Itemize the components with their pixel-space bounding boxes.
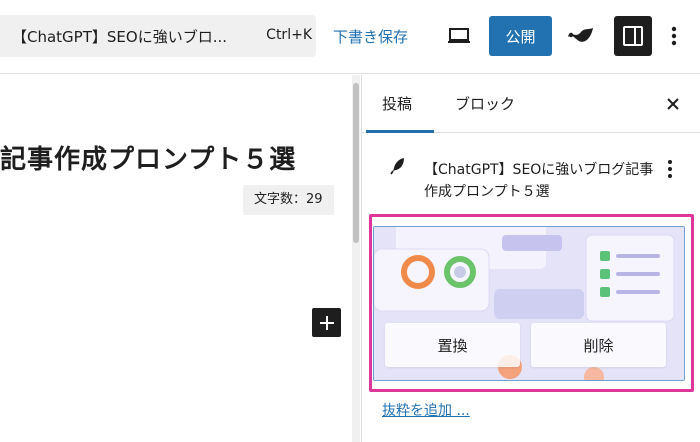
- publish-button[interactable]: 公開: [489, 16, 552, 56]
- command-shortcut: Ctrl+K: [266, 27, 312, 43]
- editor-toolbar: 【ChatGPT】SEOに強いブロ... Ctrl+K 下書き保存 公開: [0, 0, 700, 74]
- laptop-icon: [448, 28, 470, 43]
- document-title: 【ChatGPT】SEOに強いブロ...: [12, 28, 227, 46]
- post-summary-title: 【ChatGPT】SEOに強いブログ記事作成プロンプト５選: [424, 162, 654, 200]
- sidebar-toggle-icon: [623, 26, 643, 46]
- vertical-ellipsis-icon: [668, 160, 672, 178]
- options-menu-button[interactable]: [662, 20, 686, 52]
- leaf-logo-icon: [568, 28, 593, 42]
- add-excerpt-link[interactable]: 抜粋を追加 ...: [382, 400, 470, 420]
- post-title-heading[interactable]: 記事作成プロンプト５選: [0, 139, 296, 176]
- editor-canvas: 記事作成プロンプト５選 文字数：29: [0, 75, 352, 442]
- character-count-badge: 文字数：29: [243, 185, 334, 215]
- settings-toggle-button[interactable]: [614, 16, 652, 56]
- canvas-scrollbar[interactable]: [352, 75, 360, 442]
- tab-post[interactable]: 投稿: [382, 93, 412, 114]
- vertical-ellipsis-icon: [671, 26, 677, 46]
- sidebar-tabs: 投稿 ブロック: [362, 75, 700, 133]
- post-actions-button[interactable]: [662, 155, 678, 183]
- block-inserter-button[interactable]: [312, 308, 341, 337]
- preview-button[interactable]: [444, 20, 474, 52]
- featured-image[interactable]: 置換 削除: [373, 226, 685, 381]
- settings-sidebar: 投稿 ブロック 【ChatGPT】SEOに強いブログ記事作成プロンプト５選 置換…: [361, 75, 700, 442]
- post-pen-icon: [390, 158, 404, 175]
- scrollbar-thumb[interactable]: [353, 83, 359, 243]
- plus-icon: [319, 315, 334, 330]
- remove-image-button[interactable]: 削除: [531, 323, 666, 367]
- post-summary: 【ChatGPT】SEOに強いブログ記事作成プロンプト５選: [362, 133, 700, 213]
- document-bar[interactable]: 【ChatGPT】SEOに強いブロ... Ctrl+K: [0, 15, 316, 57]
- close-icon: [667, 98, 679, 110]
- close-sidebar-button[interactable]: [664, 95, 682, 113]
- save-draft-button[interactable]: 下書き保存: [333, 26, 408, 47]
- tab-block[interactable]: ブロック: [455, 93, 515, 114]
- replace-image-button[interactable]: 置換: [385, 323, 520, 367]
- plugin-button[interactable]: [566, 22, 596, 50]
